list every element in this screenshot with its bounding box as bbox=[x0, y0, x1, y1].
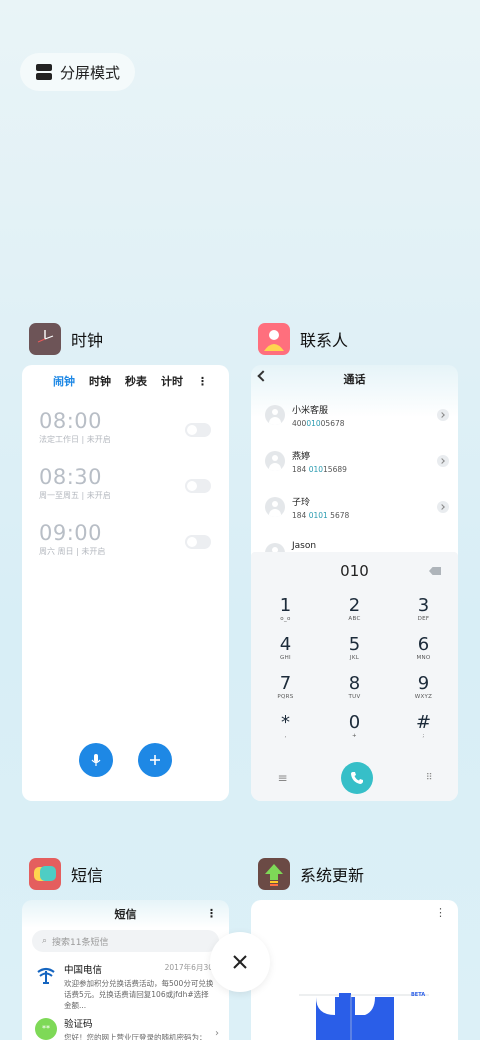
calls-title: 通话 bbox=[343, 373, 366, 386]
sms-date: 2017年6月30 bbox=[164, 963, 213, 972]
sms-title: 短信 bbox=[114, 908, 137, 921]
clock-tab-bar: 闹钟 时钟 秒表 计时 ⋮ bbox=[22, 365, 229, 397]
alarm-toggle[interactable] bbox=[185, 423, 211, 437]
dial-key-7[interactable]: 7 PQRS bbox=[251, 674, 320, 713]
plus-icon bbox=[150, 755, 160, 765]
sms-app-name: 短信 bbox=[71, 866, 104, 885]
update-illustration bbox=[299, 993, 429, 1040]
calls-title-bar: 通话 bbox=[251, 365, 458, 393]
contact-name: 子玲 bbox=[292, 498, 311, 508]
clock-app-icon bbox=[29, 323, 61, 355]
contacts-app-icon bbox=[258, 323, 290, 355]
chevron-right-icon: › bbox=[215, 1028, 219, 1039]
contact-number: 184 01015689 bbox=[292, 465, 347, 474]
avatar bbox=[265, 497, 285, 517]
dial-key-hash[interactable]: #; bbox=[389, 713, 458, 752]
alarm-toggle[interactable] bbox=[185, 479, 211, 493]
back-icon[interactable] bbox=[257, 370, 269, 382]
voice-alarm-button[interactable] bbox=[79, 743, 113, 777]
alarm-item[interactable]: 09:00 周六 周日 | 未开启 bbox=[22, 521, 229, 577]
tab-stopwatch[interactable]: 秒表 bbox=[125, 373, 147, 389]
sms-app-card[interactable]: 短信 ⋮ ⌕ 搜索11条短信 中国电信 2017年6月30 欢迎参加积分兑换话费… bbox=[22, 900, 229, 1040]
more-icon[interactable]: ⋮ bbox=[197, 375, 208, 388]
menu-icon[interactable]: ≡ bbox=[278, 771, 288, 785]
dial-key-6[interactable]: 6 MNO bbox=[389, 635, 458, 674]
microphone-icon bbox=[91, 754, 101, 766]
contacts-app-name: 联系人 bbox=[300, 331, 349, 350]
clear-all-button[interactable] bbox=[210, 932, 270, 992]
call-button[interactable] bbox=[340, 762, 373, 794]
dial-input: 010 bbox=[340, 562, 369, 580]
search-icon: ⌕ bbox=[42, 936, 48, 946]
sms-preview: 欢迎参加积分兑换话费活动，每500分可兑换话费5元。兑换话费请回复106或jfd… bbox=[64, 979, 214, 1010]
split-screen-icon bbox=[36, 64, 52, 80]
update-app-card[interactable]: ⋮ BETA bbox=[251, 900, 458, 1040]
dial-key-3[interactable]: 3 DEF bbox=[389, 596, 458, 635]
clock-app-header[interactable]: 时钟 bbox=[29, 323, 103, 355]
chevron-right-icon[interactable] bbox=[437, 501, 449, 513]
more-icon[interactable]: ⋮ bbox=[206, 907, 217, 920]
dial-key-2[interactable]: 2 ABC bbox=[320, 596, 389, 635]
telecom-logo-icon bbox=[35, 964, 57, 986]
dialpad-toggle-icon[interactable]: ⠿ bbox=[426, 773, 433, 783]
close-icon bbox=[233, 955, 247, 969]
add-alarm-button[interactable] bbox=[138, 743, 172, 777]
contacts-app-card[interactable]: 通话 小米客服 40001005678 燕婷 184 01015689 子玲 1… bbox=[251, 365, 458, 801]
sms-preview: 您好！您的网上营业厅登录的随机密码为： bbox=[64, 1033, 207, 1040]
sms-app-header[interactable]: 短信 bbox=[29, 858, 103, 890]
chevron-right-icon[interactable] bbox=[437, 409, 449, 421]
split-screen-button[interactable]: 分屏模式 bbox=[20, 53, 135, 91]
avatar bbox=[265, 405, 285, 425]
sms-title-bar: 短信 ⋮ bbox=[22, 900, 229, 928]
dial-key-5[interactable]: 5 JKL bbox=[320, 635, 389, 674]
dial-actions: ≡ ⠿ bbox=[251, 761, 458, 795]
backspace-icon[interactable] bbox=[429, 567, 441, 575]
update-app-header[interactable]: 系统更新 bbox=[258, 858, 364, 890]
dial-display: 010 bbox=[251, 552, 458, 590]
sms-search-placeholder: 搜索11条短信 bbox=[52, 937, 109, 948]
alarm-item[interactable]: 08:00 法定工作日 | 未开启 bbox=[22, 409, 229, 465]
split-screen-label: 分屏模式 bbox=[60, 63, 121, 82]
chevron-right-icon[interactable] bbox=[437, 455, 449, 467]
sms-search-input[interactable]: ⌕ 搜索11条短信 bbox=[32, 930, 219, 952]
contact-row[interactable]: 子玲 184 0101 5678 bbox=[251, 485, 458, 531]
beta-badge: BETA bbox=[411, 992, 426, 998]
clock-app-name: 时钟 bbox=[71, 331, 104, 350]
contacts-app-header[interactable]: 联系人 bbox=[258, 323, 348, 355]
verification-code-icon: ** bbox=[35, 1018, 57, 1040]
contact-row[interactable]: 小米客服 40001005678 bbox=[251, 393, 458, 439]
tab-timer[interactable]: 计时 bbox=[161, 373, 183, 389]
phone-icon bbox=[350, 772, 363, 784]
dial-key-star[interactable]: *, bbox=[251, 713, 320, 752]
dialpad: 010 1 o_o 2 ABC 3 DEF 4 GHI 5 JKL 6 MNO 7 PQRS … bbox=[251, 552, 458, 801]
contact-number: 40001005678 bbox=[292, 419, 345, 428]
clock-app-card[interactable]: 闹钟 时钟 秒表 计时 ⋮ 08:00 法定工作日 | 未开启 08:30 周一… bbox=[22, 365, 229, 801]
contact-number: 184 0101 5678 bbox=[292, 511, 350, 520]
dial-key-0[interactable]: 0 + bbox=[320, 713, 389, 752]
dial-key-9[interactable]: 9 WXYZ bbox=[389, 674, 458, 713]
dial-key-1[interactable]: 1 o_o bbox=[251, 596, 320, 635]
sms-sender: 验证码 bbox=[64, 1019, 93, 1030]
contact-row[interactable]: 燕婷 184 01015689 bbox=[251, 439, 458, 485]
update-app-icon bbox=[258, 858, 290, 890]
tab-clock[interactable]: 时钟 bbox=[89, 373, 111, 389]
dial-keys: 1 o_o 2 ABC 3 DEF 4 GHI 5 JKL 6 MNO 7 PQRS 8 TUV… bbox=[251, 590, 458, 752]
contact-name: 小米客服 bbox=[292, 406, 329, 416]
alarm-item[interactable]: 08:30 周一至周五 | 未开启 bbox=[22, 465, 229, 521]
contact-name: 燕婷 bbox=[292, 452, 311, 462]
sms-thread[interactable]: ** 验证码 您好！您的网上营业厅登录的随机密码为： › bbox=[22, 1016, 229, 1040]
more-icon[interactable]: ⋮ bbox=[435, 906, 446, 919]
dial-key-4[interactable]: 4 GHI bbox=[251, 635, 320, 674]
alarm-toggle[interactable] bbox=[185, 535, 211, 549]
dial-key-8[interactable]: 8 TUV bbox=[320, 674, 389, 713]
sms-thread[interactable]: 中国电信 2017年6月30 欢迎参加积分兑换话费活动，每500分可兑换话费5元… bbox=[22, 962, 229, 1016]
sms-app-icon bbox=[29, 858, 61, 890]
tab-alarm[interactable]: 闹钟 bbox=[53, 373, 75, 389]
contact-name: Jason bbox=[292, 541, 317, 551]
avatar bbox=[265, 451, 285, 471]
update-app-name: 系统更新 bbox=[300, 866, 365, 885]
